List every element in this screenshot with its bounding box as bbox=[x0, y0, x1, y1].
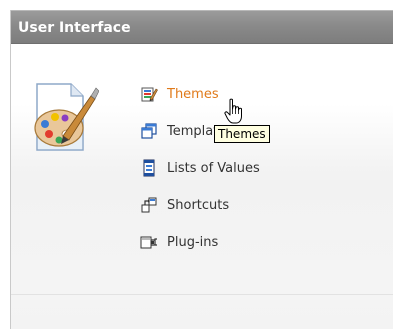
panel-title: User Interface bbox=[18, 20, 131, 36]
link-plug-ins[interactable]: Plug-ins bbox=[140, 232, 218, 252]
link-shortcuts[interactable]: Shortcuts bbox=[140, 195, 229, 215]
panel-header: User Interface bbox=[11, 10, 393, 44]
tooltip: Themes bbox=[214, 125, 270, 143]
link-lists-of-values[interactable]: Lists of Values bbox=[140, 158, 260, 178]
link-label[interactable]: Plug-ins bbox=[167, 235, 218, 250]
themes-icon bbox=[141, 87, 158, 102]
palette-brush-document-icon bbox=[34, 83, 99, 151]
panel-body: Themes Templates Lists of Values Shortcu… bbox=[11, 44, 393, 329]
divider bbox=[11, 294, 393, 295]
link-label[interactable]: Themes bbox=[167, 87, 219, 102]
user-interface-panel: User Interface Themes Templates Lists of… bbox=[10, 10, 393, 329]
lists-of-values-icon bbox=[143, 159, 155, 177]
link-label[interactable]: Shortcuts bbox=[167, 198, 229, 213]
plug-ins-icon bbox=[140, 236, 157, 249]
templates-icon bbox=[141, 123, 157, 139]
link-themes[interactable]: Themes bbox=[140, 84, 219, 104]
link-label[interactable]: Lists of Values bbox=[167, 161, 260, 176]
hand-pointer-cursor bbox=[224, 98, 242, 124]
shortcuts-icon bbox=[141, 197, 157, 213]
